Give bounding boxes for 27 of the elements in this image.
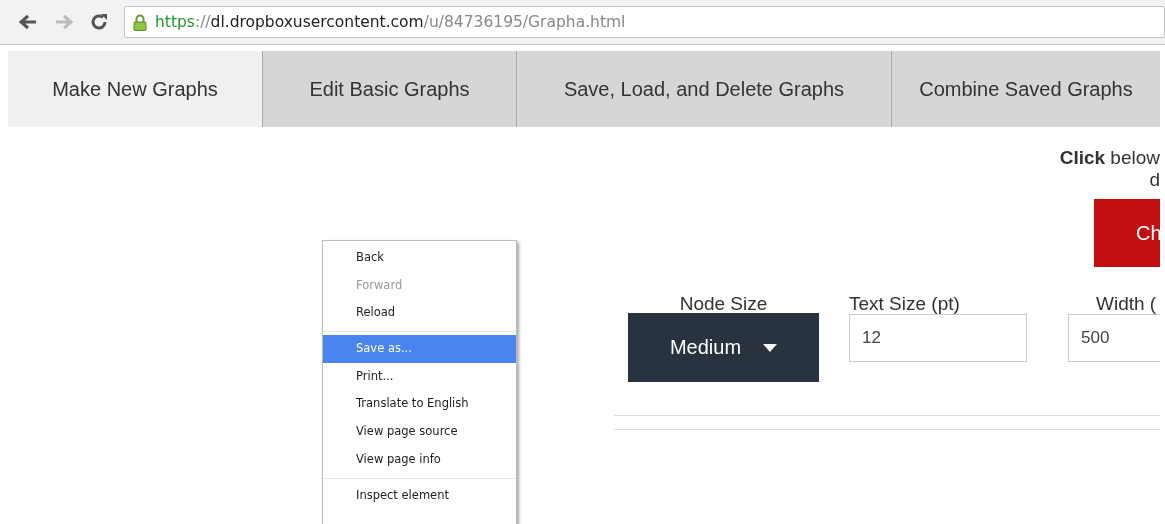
input-field[interactable]: 500 (1068, 314, 1160, 362)
nav-tab[interactable]: Make New Graphs (8, 51, 263, 127)
caret-icon (763, 343, 778, 352)
instruction-text: Click below (1059, 147, 1160, 169)
nav-tab[interactable]: Combine Saved Graphs (892, 51, 1160, 127)
menu-item[interactable]: Back (323, 244, 516, 272)
address-bar[interactable]: https://dl.dropboxusercontent.com/u/84736195/Grapha.html (124, 6, 1165, 38)
action-button[interactable]: Ch (1094, 199, 1160, 267)
menu-item[interactable]: Reload (323, 299, 516, 328)
lock-icon (133, 13, 147, 31)
reload-icon[interactable] (90, 13, 108, 31)
back-icon[interactable] (18, 14, 38, 30)
field-label: Width ( (1096, 293, 1158, 313)
field-label: Node Size (679, 293, 768, 313)
menu-item[interactable]: View page source (323, 418, 516, 446)
menu-item[interactable]: View page info (323, 445, 516, 474)
field-label: Text Size (pt) (849, 293, 961, 313)
instruction-text: d (1149, 169, 1160, 191)
node-size-dropdown[interactable]: Medium (628, 313, 819, 382)
nav-tab[interactable]: Edit Basic Graphs (263, 51, 517, 127)
menu-item[interactable]: Save as... (323, 335, 516, 363)
input-field[interactable]: 12 (849, 314, 1027, 362)
menu-item[interactable]: Inspect element (323, 481, 516, 510)
menu-item[interactable]: Print... (323, 362, 516, 391)
menu-item[interactable]: Translate to English (323, 390, 516, 419)
url-text: https://dl.dropboxusercontent.com/u/84736195/Grapha.html (155, 13, 626, 31)
nav-tab[interactable]: Save, Load, and Delete Graphs (517, 51, 892, 127)
